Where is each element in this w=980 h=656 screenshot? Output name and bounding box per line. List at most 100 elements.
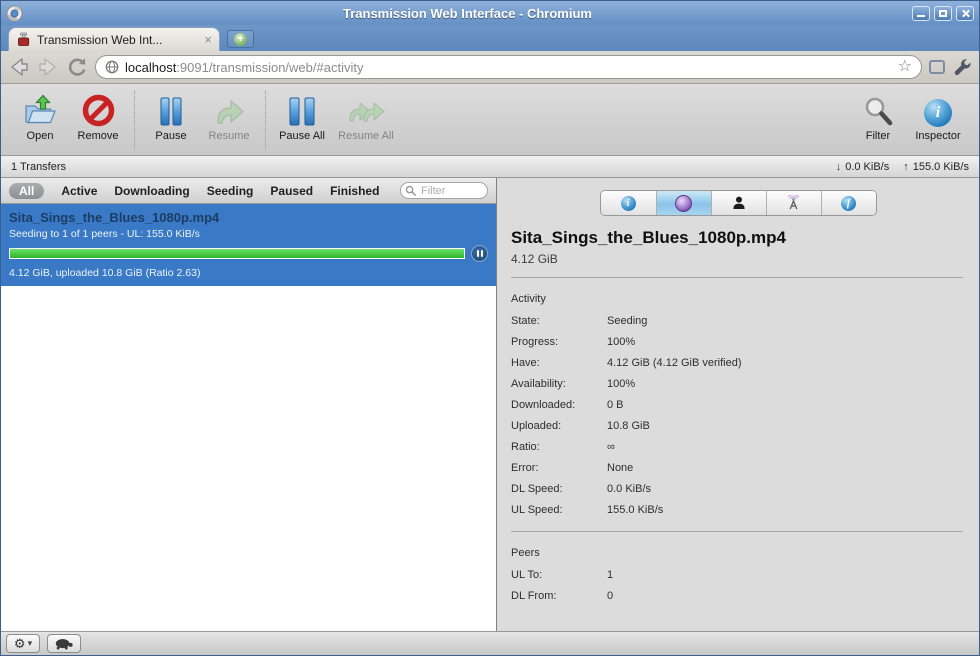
resume-all-label: Resume All <box>338 130 394 142</box>
transfers-count: 1 Transfers <box>11 160 67 173</box>
maximize-icon <box>939 9 947 17</box>
url-text[interactable]: localhost:9091/transmission/web/#activit… <box>125 60 892 75</box>
activity-globe-icon <box>675 194 692 212</box>
inspector-tab-peers[interactable] <box>710 191 766 215</box>
browser-tab[interactable]: Transmission Web Int... × <box>8 27 220 51</box>
forward-icon[interactable] <box>37 56 59 78</box>
url-bar[interactable]: localhost:9091/transmission/web/#activit… <box>95 55 922 79</box>
main-area: All Active Downloading Seeding Paused Fi… <box>1 178 979 631</box>
new-tab-button[interactable]: + <box>227 30 254 48</box>
browser-window: Transmission Web Interface - Chromium Tr… <box>0 0 980 656</box>
upload-speed: ↑ 155.0 KiB/s <box>903 160 969 173</box>
activity-heading: Activity <box>511 293 546 305</box>
peers-row: UL To: 1 <box>511 568 614 581</box>
inspector-tabs: i f <box>599 190 877 216</box>
activity-row: UL Speed: 155.0 KiB/s <box>511 503 664 516</box>
window-title: Transmission Web Interface - Chromium <box>343 5 592 21</box>
transmission-favicon <box>16 32 31 47</box>
plus-icon: + <box>234 32 247 46</box>
reload-icon[interactable] <box>66 56 88 78</box>
toolbar-separator <box>134 91 135 149</box>
browser-navbar: localhost:9091/transmission/web/#activit… <box>1 51 979 84</box>
download-speed: ↓ 0.0 KiB/s <box>835 160 890 173</box>
open-label: Open <box>26 130 54 142</box>
resume-all-icon <box>346 91 386 129</box>
inspector-tab-files[interactable]: f <box>820 191 876 215</box>
remove-label: Remove <box>77 130 119 142</box>
peers-person-icon <box>732 196 745 209</box>
filter-label: Filter <box>865 130 891 142</box>
filter-tab-paused[interactable]: Paused <box>270 184 313 198</box>
activity-row: Ratio: ∞ <box>511 440 615 453</box>
inspector-panel: i f Sita_Sings_the_Blues_1080p.mp4 4.12 … <box>497 178 979 631</box>
filter-tab-active[interactable]: Active <box>61 184 97 198</box>
trackers-antenna-icon <box>787 194 800 209</box>
peers-heading: Peers <box>511 547 540 559</box>
activity-row: Uploaded: 10.8 GiB <box>511 419 650 432</box>
activity-row: Have: 4.12 GiB (4.12 GiB verified) <box>511 356 742 369</box>
pause-label: Pause <box>155 130 187 142</box>
open-button[interactable]: Open <box>11 89 69 142</box>
pause-icon <box>158 91 184 129</box>
activity-section: Activity State: Seeding Progress: 100% H… <box>497 278 979 520</box>
inspector-info-icon: i <box>924 91 952 129</box>
peers-row: DL From: 0 <box>511 589 614 602</box>
torrent-row[interactable]: Sita_Sings_the_Blues_1080p.mp4 Seeding t… <box>1 204 496 286</box>
peers-rows: UL To: 1 DL From: 0 <box>511 564 963 606</box>
minimize-icon <box>917 15 925 17</box>
pause-all-label: Pause All <box>279 130 325 142</box>
activity-row: Availability: 100% <box>511 377 636 390</box>
app-toolbar: Open Remove Pause Resume Pause All Resum… <box>1 84 979 156</box>
resize-page-icon[interactable] <box>929 60 945 74</box>
inspector-tab-trackers[interactable] <box>765 191 821 215</box>
transmission-webview: Open Remove Pause Resume Pause All Resum… <box>1 84 979 655</box>
resume-all-button[interactable]: Resume All <box>331 89 401 142</box>
pause-all-icon <box>287 91 317 129</box>
maximize-button[interactable] <box>934 5 952 21</box>
tab-strip: Transmission Web Int... × + <box>1 25 979 51</box>
filter-tab-seeding[interactable]: Seeding <box>207 184 254 198</box>
close-icon <box>961 9 970 18</box>
resume-button[interactable]: Resume <box>200 89 258 142</box>
settings-button[interactable]: ⚙ ▾ <box>6 634 40 653</box>
inspector-torrent-size: 4.12 GiB <box>511 252 558 266</box>
files-icon: f <box>841 195 856 211</box>
filter-button[interactable]: Filter <box>849 89 907 142</box>
close-button[interactable] <box>956 5 974 21</box>
bookmark-star-icon[interactable]: ☆ <box>898 59 912 75</box>
magnifier-icon <box>863 91 893 129</box>
torrent-list-panel: All Active Downloading Seeding Paused Fi… <box>1 178 497 631</box>
remove-button[interactable]: Remove <box>69 89 127 142</box>
globe-icon <box>105 60 119 74</box>
back-icon[interactable] <box>8 56 30 78</box>
filter-search <box>400 182 488 199</box>
window-titlebar: Transmission Web Interface - Chromium <box>1 1 979 25</box>
url-host: localhost <box>125 59 177 75</box>
pause-all-button[interactable]: Pause All <box>273 89 331 142</box>
inspector-label: Inspector <box>915 130 961 142</box>
wrench-menu-icon[interactable] <box>952 57 972 77</box>
tab-close-icon[interactable]: × <box>204 33 212 46</box>
turtle-mode-button[interactable] <box>47 634 81 653</box>
filter-tabbar: All Active Downloading Seeding Paused Fi… <box>1 178 496 204</box>
torrent-pause-icon[interactable] <box>471 245 488 262</box>
torrent-name: Sita_Sings_the_Blues_1080p.mp4 <box>9 210 220 225</box>
down-arrow-icon: ↓ <box>835 160 842 173</box>
inspector-button[interactable]: i Inspector <box>907 89 969 142</box>
filter-tab-downloading[interactable]: Downloading <box>114 184 189 198</box>
inspector-tab-activity[interactable] <box>655 191 711 215</box>
resume-icon <box>213 91 245 129</box>
open-folder-icon <box>22 91 58 129</box>
torrent-details-line: 4.12 GiB, uploaded 10.8 GiB (Ratio 2.63) <box>9 267 201 279</box>
search-icon <box>405 185 416 196</box>
pause-button[interactable]: Pause <box>142 89 200 142</box>
inspector-torrent-title: Sita_Sings_the_Blues_1080p.mp4 <box>511 228 786 247</box>
filter-tab-finished[interactable]: Finished <box>330 184 379 198</box>
info-icon: i <box>620 195 636 211</box>
filter-tab-all[interactable]: All <box>9 182 45 199</box>
minimize-button[interactable] <box>912 5 930 21</box>
up-arrow-icon: ↑ <box>903 160 909 173</box>
inspector-tab-info[interactable]: i <box>600 191 656 215</box>
gear-icon: ⚙ <box>13 636 26 651</box>
activity-row: DL Speed: 0.0 KiB/s <box>511 482 652 495</box>
